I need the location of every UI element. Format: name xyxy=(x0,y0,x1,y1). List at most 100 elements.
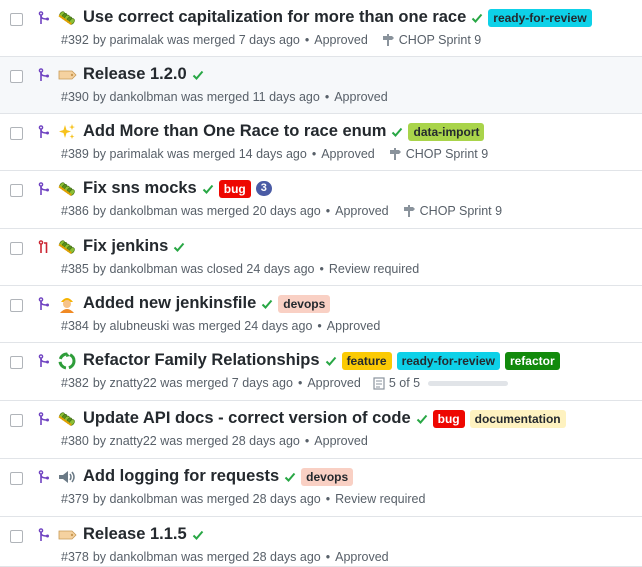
label-badge[interactable]: refactor xyxy=(504,351,560,370)
review-status[interactable]: Approved xyxy=(327,319,381,333)
title-line: Refactor Family Relationships feature read… xyxy=(57,351,560,370)
select-checkbox[interactable] xyxy=(10,70,23,83)
pull-request-title-link[interactable]: Fix jenkins xyxy=(83,237,168,256)
closed-pr-icon xyxy=(38,240,48,253)
issue-number[interactable]: #385 xyxy=(61,262,89,276)
pull-request-row: Added new jenkinsfile devops #384 by alubne… xyxy=(0,286,642,343)
select-checkbox[interactable] xyxy=(10,530,23,543)
milestone-name: CHOP Sprint 9 xyxy=(398,33,482,47)
label-badge[interactable]: ready-for-review xyxy=(488,8,592,27)
review-status[interactable]: Review required xyxy=(335,492,425,506)
milestone-name: CHOP Sprint 9 xyxy=(419,204,503,218)
issue-number[interactable]: #380 xyxy=(61,434,89,448)
label-badge[interactable]: bug xyxy=(432,409,465,428)
issue-number[interactable]: #379 xyxy=(61,492,89,506)
bullet-separator: • xyxy=(297,376,303,390)
task-progress-text: 5 of 5 xyxy=(388,376,421,390)
pull-request-row: Release 1.1.5 #378 by dankolbman was merge… xyxy=(0,517,642,567)
label-badge[interactable]: devops xyxy=(278,294,331,313)
pull-request-row: Add More than One Race to race enum data-… xyxy=(0,114,642,171)
title-line: Release 1.2.0 xyxy=(57,65,204,84)
issue-number[interactable]: #389 xyxy=(61,147,89,161)
pull-request-title-link[interactable]: Refactor Family Relationships xyxy=(83,351,320,370)
opened-by-text: by znatty22 was merged 7 days ago xyxy=(92,376,293,390)
pull-request-meta: #384 by alubneuski was merged 24 days ago… xyxy=(61,319,380,333)
select-checkbox[interactable] xyxy=(10,356,23,369)
title-line: Add More than One Race to race enum data-… xyxy=(57,122,485,141)
issue-number[interactable]: #384 xyxy=(61,319,89,333)
speaker-emoji-icon xyxy=(57,468,77,486)
merged-pr-icon xyxy=(38,68,49,81)
bug-emoji-icon xyxy=(57,180,77,198)
review-status[interactable]: Approved xyxy=(314,434,368,448)
pull-request-row: Release 1.2.0 #390 by dankolbman was merge… xyxy=(0,57,642,114)
pull-request-title-link[interactable]: Add More than One Race to race enum xyxy=(83,122,386,141)
label-badge[interactable]: bug xyxy=(218,179,251,198)
milestone-icon xyxy=(389,148,401,160)
pull-request-title-link[interactable]: Update API docs - correct version of cod… xyxy=(83,409,411,428)
milestone-link[interactable]: CHOP Sprint 9 xyxy=(389,147,488,161)
label-badge[interactable]: devops xyxy=(301,467,354,486)
review-status[interactable]: Approved xyxy=(335,550,389,564)
bullet-separator: • xyxy=(325,550,331,564)
opened-by-text: by dankolbman was merged 28 days ago xyxy=(92,492,321,506)
task-list-icon xyxy=(373,377,385,390)
review-status[interactable]: Approved xyxy=(307,376,361,390)
pull-request-title-link[interactable]: Added new jenkinsfile xyxy=(83,294,256,313)
title-line: Fix sns mocks bug 3 xyxy=(57,179,272,198)
select-checkbox[interactable] xyxy=(10,299,23,312)
select-checkbox[interactable] xyxy=(10,184,23,197)
label-tag-emoji-icon xyxy=(57,526,77,544)
pull-request-meta: #380 by znatty22 was merged 28 days ago • A… xyxy=(61,434,368,448)
merged-pr-icon xyxy=(38,182,49,195)
pull-request-title-link[interactable]: Use correct capitalization for more than… xyxy=(83,8,466,27)
check-icon xyxy=(174,242,185,252)
milestone-link[interactable]: CHOP Sprint 9 xyxy=(382,33,481,47)
milestone-link[interactable]: CHOP Sprint 9 xyxy=(403,204,502,218)
label-tag-emoji-icon xyxy=(57,66,77,84)
title-line: Fix jenkins xyxy=(57,237,185,256)
milestone-icon xyxy=(403,205,415,217)
check-icon xyxy=(284,472,296,482)
pull-request-row: Use correct capitalization for more than… xyxy=(0,0,642,57)
comment-count-badge[interactable]: 3 xyxy=(255,181,272,196)
check-icon xyxy=(192,530,203,540)
pull-request-title-link[interactable]: Release 1.1.5 xyxy=(83,525,187,544)
issue-number[interactable]: #386 xyxy=(61,204,89,218)
merged-pr-icon xyxy=(38,412,49,425)
check-icon xyxy=(192,70,203,80)
review-status[interactable]: Approved xyxy=(321,147,375,161)
title-line: Use correct capitalization for more than… xyxy=(57,8,592,27)
select-checkbox[interactable] xyxy=(10,127,23,140)
issue-number[interactable]: #382 xyxy=(61,376,89,390)
review-status[interactable]: Approved xyxy=(314,33,368,47)
issue-number[interactable]: #392 xyxy=(61,33,89,47)
sparkles-emoji-icon xyxy=(57,123,77,141)
pull-request-row: Refactor Family Relationships feature read… xyxy=(0,343,642,401)
select-checkbox[interactable] xyxy=(10,242,23,255)
title-line: Release 1.1.5 xyxy=(57,525,204,544)
label-badge[interactable]: documentation xyxy=(469,409,566,428)
label-badge[interactable]: ready-for-review xyxy=(396,351,500,370)
bullet-separator: • xyxy=(304,33,310,47)
select-checkbox[interactable] xyxy=(10,13,23,26)
review-status[interactable]: Approved xyxy=(334,90,388,104)
pull-request-meta: #390 by dankolbman was merged 11 days ago… xyxy=(61,90,388,104)
label-badge[interactable]: feature xyxy=(341,351,392,370)
pull-request-row: Update API docs - correct version of cod… xyxy=(0,401,642,459)
pull-request-title-link[interactable]: Fix sns mocks xyxy=(83,179,197,198)
review-status[interactable]: Approved xyxy=(335,204,389,218)
bug-emoji-icon xyxy=(57,410,77,428)
opened-by-text: by znatty22 was merged 28 days ago xyxy=(92,434,300,448)
recycle-emoji-icon xyxy=(57,352,77,370)
select-checkbox[interactable] xyxy=(10,414,23,427)
pull-request-title-link[interactable]: Release 1.2.0 xyxy=(83,65,187,84)
review-status[interactable]: Review required xyxy=(329,262,419,276)
pull-request-title-link[interactable]: Add logging for requests xyxy=(83,467,279,486)
select-checkbox[interactable] xyxy=(10,472,23,485)
issue-number[interactable]: #390 xyxy=(61,90,89,104)
opened-by-text: by dankolbman was merged 11 days ago xyxy=(92,90,320,104)
label-badge[interactable]: data-import xyxy=(408,122,485,141)
pull-request-row: Fix sns mocks bug 3 #386 by dankolbman was m… xyxy=(0,171,642,229)
issue-number[interactable]: #378 xyxy=(61,550,89,564)
